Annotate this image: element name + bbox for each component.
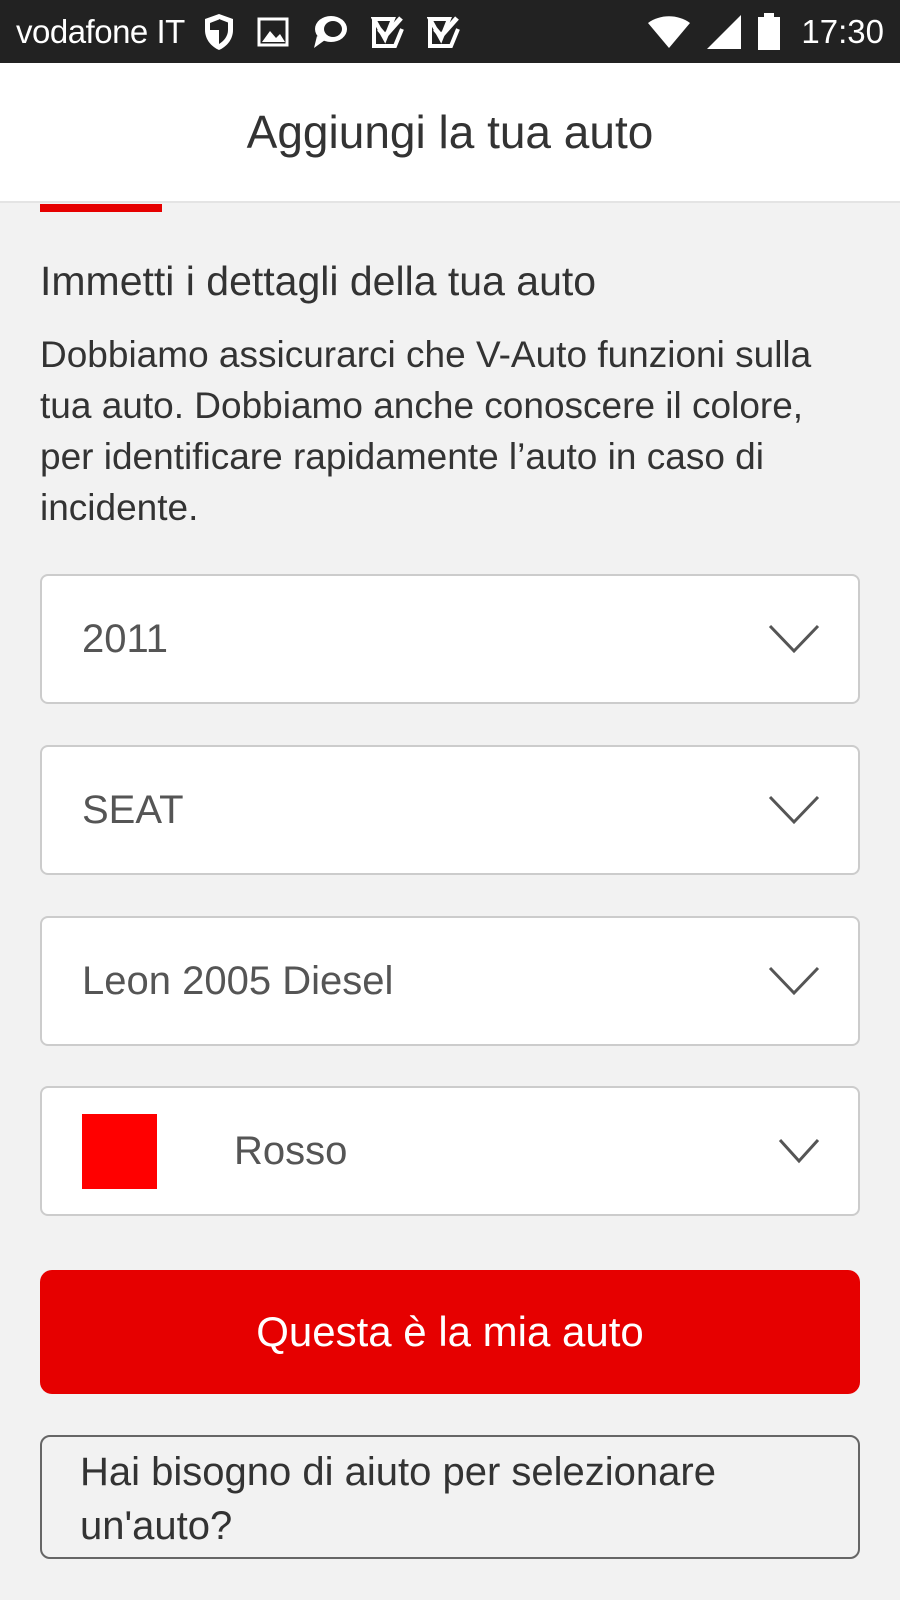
colour-select[interactable]: Rosso: [40, 1086, 860, 1216]
clock: 17:30: [801, 12, 884, 50]
app-header: Aggiungi la tua auto: [0, 63, 900, 203]
model-value: Leon 2005 Diesel: [82, 958, 394, 1003]
chevron-down-icon: [778, 1138, 820, 1164]
section-title: Immetti i dettagli della tua auto: [40, 258, 597, 304]
year-select[interactable]: 2011: [40, 574, 860, 704]
chat-bubble-icon: [313, 15, 347, 48]
chevron-down-icon: [768, 966, 820, 996]
colour-swatch: [82, 1114, 157, 1189]
wifi-icon: [648, 15, 691, 48]
section-description: Dobbiamo assicurarci che V-Auto funzioni…: [40, 334, 812, 528]
brand-value: SEAT: [82, 787, 184, 832]
signal-icon: [707, 14, 742, 49]
form-intro: Immetti i dettagli della tua auto Dobbia…: [40, 255, 860, 533]
year-value: 2011: [82, 616, 169, 661]
colour-value: Rosso: [234, 1128, 348, 1173]
system-icons: 17:30: [647, 12, 884, 51]
chevron-down-icon: [768, 795, 820, 825]
check-box-icon: [426, 15, 460, 48]
help-select-car-button[interactable]: Hai bisogno di aiuto per selezionare un'…: [40, 1435, 860, 1559]
brand-select[interactable]: SEAT: [40, 745, 860, 875]
image-icon: [257, 17, 289, 46]
progress-indicator: [40, 204, 162, 212]
status-bar: vodafone IT 17:30: [0, 0, 900, 63]
carrier-name: vodafone IT: [16, 12, 185, 50]
confirm-car-button[interactable]: Questa è la mia auto: [40, 1270, 860, 1394]
page-title: Aggiungi la tua auto: [246, 106, 654, 158]
notification-icons: [203, 13, 461, 51]
model-select[interactable]: Leon 2005 Diesel: [40, 916, 860, 1046]
chevron-down-icon: [768, 624, 820, 654]
check-box-icon: [370, 15, 404, 48]
shield-icon: [204, 13, 233, 50]
battery-icon: [758, 12, 781, 50]
